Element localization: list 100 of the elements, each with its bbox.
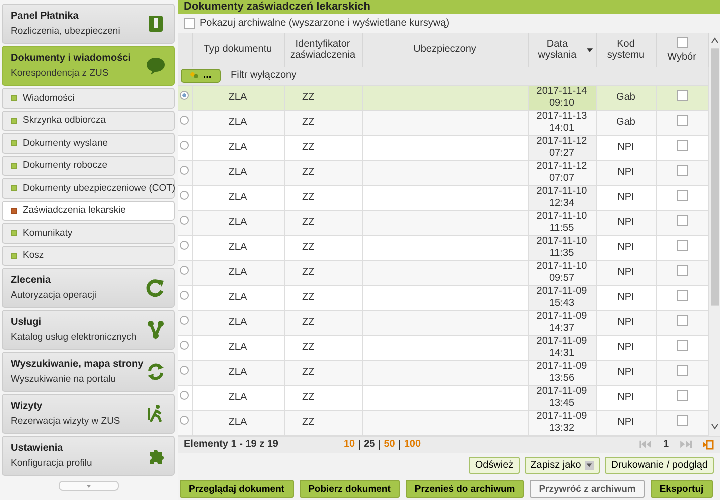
action-button[interactable]: Pobierz dokument — [300, 480, 400, 498]
table-cell: ZLA — [192, 185, 284, 210]
table-cell: ZLA — [192, 210, 284, 236]
checkbox[interactable] — [676, 140, 688, 152]
radio-button[interactable] — [180, 141, 190, 150]
table-cell-text: 2017-11-09 14:31 — [536, 336, 588, 360]
table-cell-text: 2017-11-09 13:32 — [536, 411, 588, 434]
action-button[interactable]: Eksportuj — [650, 480, 713, 498]
table-cell: NPI — [596, 310, 656, 336]
item-label: Zaświadczenia lekarskie — [23, 205, 126, 216]
table-cell: NPI — [596, 360, 656, 386]
action-button[interactable]: Przenieś do archiwum — [406, 480, 524, 498]
sidebar-section[interactable]: Zlecenia Autoryzacja operacji — [2, 268, 175, 308]
section-subtitle: Wyszukiwanie na portalu — [11, 374, 117, 385]
table-cell: ZZ — [302, 292, 315, 303]
radio-button[interactable] — [180, 166, 190, 176]
toolbar-button[interactable]: Odśwież — [469, 457, 520, 474]
table-cell-text: 2017-11-10 12:34 — [536, 186, 588, 210]
checkbox[interactable] — [676, 37, 688, 48]
item-label: Kosz — [23, 250, 44, 262]
table-cell: NPI — [596, 235, 656, 260]
column-header: Ubezpieczony — [362, 33, 528, 68]
table-cell: ZZ — [302, 142, 315, 153]
radio-button[interactable] — [180, 291, 190, 300]
section-subtitle: Korespondencja z ZUS — [11, 68, 110, 79]
sidebar-item[interactable]: Dokumenty robocze — [2, 156, 175, 176]
table-cell: NPI — [596, 210, 656, 236]
table-cell: ZZ — [302, 242, 315, 253]
panel-title: Dokumenty zaświadczeń lekarskich — [178, 0, 720, 14]
page-size-link[interactable]: 25 — [359, 440, 376, 450]
sidebar-item[interactable]: Wiadomości — [2, 88, 175, 108]
section-title: Zlecenia — [11, 275, 52, 286]
checkbox[interactable] — [676, 90, 688, 102]
radio-button[interactable] — [180, 216, 190, 226]
radio-button[interactable] — [180, 341, 190, 350]
radio-button[interactable] — [180, 241, 190, 250]
checkbox[interactable] — [676, 265, 688, 276]
checkbox[interactable] — [676, 240, 688, 252]
sidebar-item[interactable]: Zaświadczenia lekarskie — [2, 200, 175, 221]
branch-icon — [146, 320, 166, 340]
checkbox[interactable] — [676, 290, 688, 302]
table-cell-text: 2017-11-12 07:27 — [536, 136, 588, 160]
radio-button[interactable] — [180, 191, 190, 200]
table-cell: ZLA — [192, 360, 284, 386]
filter-icon — [190, 72, 200, 80]
sidebar-section[interactable]: Ustawienia Konfiguracja profilu — [2, 436, 175, 476]
checkbox[interactable] — [676, 390, 688, 402]
filter-button[interactable]: ... — [181, 68, 221, 83]
toolbar-button[interactable]: Zapisz jako — [524, 457, 600, 474]
checkbox[interactable] — [676, 340, 688, 352]
table-cell-text: 2017-11-13 14:01 — [536, 111, 588, 134]
checkbox[interactable] — [184, 18, 195, 29]
radio-button[interactable] — [180, 91, 190, 100]
table-cell: ZZ — [302, 366, 315, 378]
table-cell: Gab — [596, 110, 656, 136]
checkbox[interactable] — [676, 115, 688, 126]
sidebar-item[interactable]: Dokumenty wyslane — [2, 133, 175, 154]
sidebar-section[interactable]: Wyszukiwanie, mapa strony Wyszukiwanie na portalu — [2, 352, 175, 392]
scroll-down-button[interactable] — [58, 481, 118, 491]
radio-button[interactable] — [180, 391, 190, 400]
caret-icon — [86, 484, 92, 488]
table-cell: ZZ — [302, 392, 315, 403]
radio-button[interactable] — [180, 366, 190, 376]
sidebar-section[interactable]: Usługi Katalog usług elektronicznych — [2, 310, 175, 350]
first-page-icon — [639, 440, 654, 450]
action-button[interactable]: Przeglądaj dokument — [180, 480, 294, 498]
table-cell: ZLA — [192, 135, 284, 160]
page-number: 1 — [663, 439, 669, 450]
section-subtitle: Autoryzacja operacji — [11, 290, 97, 301]
bullet-icon — [11, 185, 17, 192]
table-cell: ZZ — [302, 316, 315, 328]
sidebar-item[interactable]: Skrzynka odbiorcza — [2, 110, 175, 131]
toolbar-button[interactable]: Drukowanie / podgląd — [605, 457, 714, 474]
checkbox[interactable] — [676, 315, 688, 326]
table-cell: ZZ — [302, 216, 315, 228]
sidebar-section[interactable]: Wizyty Rezerwacja wizyty w ZUS — [2, 394, 175, 434]
table-cell: ZLA — [192, 85, 284, 110]
sidebar-section[interactable]: Dokumenty i wiadomości Korespondencja z ZUS — [2, 46, 175, 86]
bullet-icon — [11, 140, 17, 146]
sidebar-item[interactable]: Dokumenty ubezpieczeniowe (COT) — [2, 178, 175, 198]
checkbox[interactable] — [676, 365, 688, 376]
section-title: Panel Płatnika — [11, 11, 80, 22]
table-cell: ZLA — [192, 110, 284, 136]
radio-button[interactable] — [180, 416, 190, 426]
checkbox[interactable] — [676, 165, 688, 176]
radio-button[interactable] — [180, 316, 190, 326]
radio-button[interactable] — [180, 266, 190, 276]
table-cell: NPI — [596, 285, 656, 310]
section-title: Wizyty — [11, 401, 44, 412]
checkbox[interactable] — [676, 415, 688, 426]
sync-icon — [146, 362, 166, 382]
table-cell: NPI — [596, 385, 656, 410]
sidebar-section[interactable]: Panel Płatnika Rozliczenia, ubezpieczeni — [2, 4, 175, 44]
sidebar-item[interactable]: Komunikaty — [2, 223, 175, 244]
table-cell: ZLA — [192, 310, 284, 336]
checkbox[interactable] — [676, 190, 688, 202]
radio-button[interactable] — [180, 116, 190, 126]
sidebar-item[interactable]: Kosz — [2, 246, 175, 266]
checkbox[interactable] — [676, 215, 688, 226]
table-cell: NPI — [596, 335, 656, 360]
